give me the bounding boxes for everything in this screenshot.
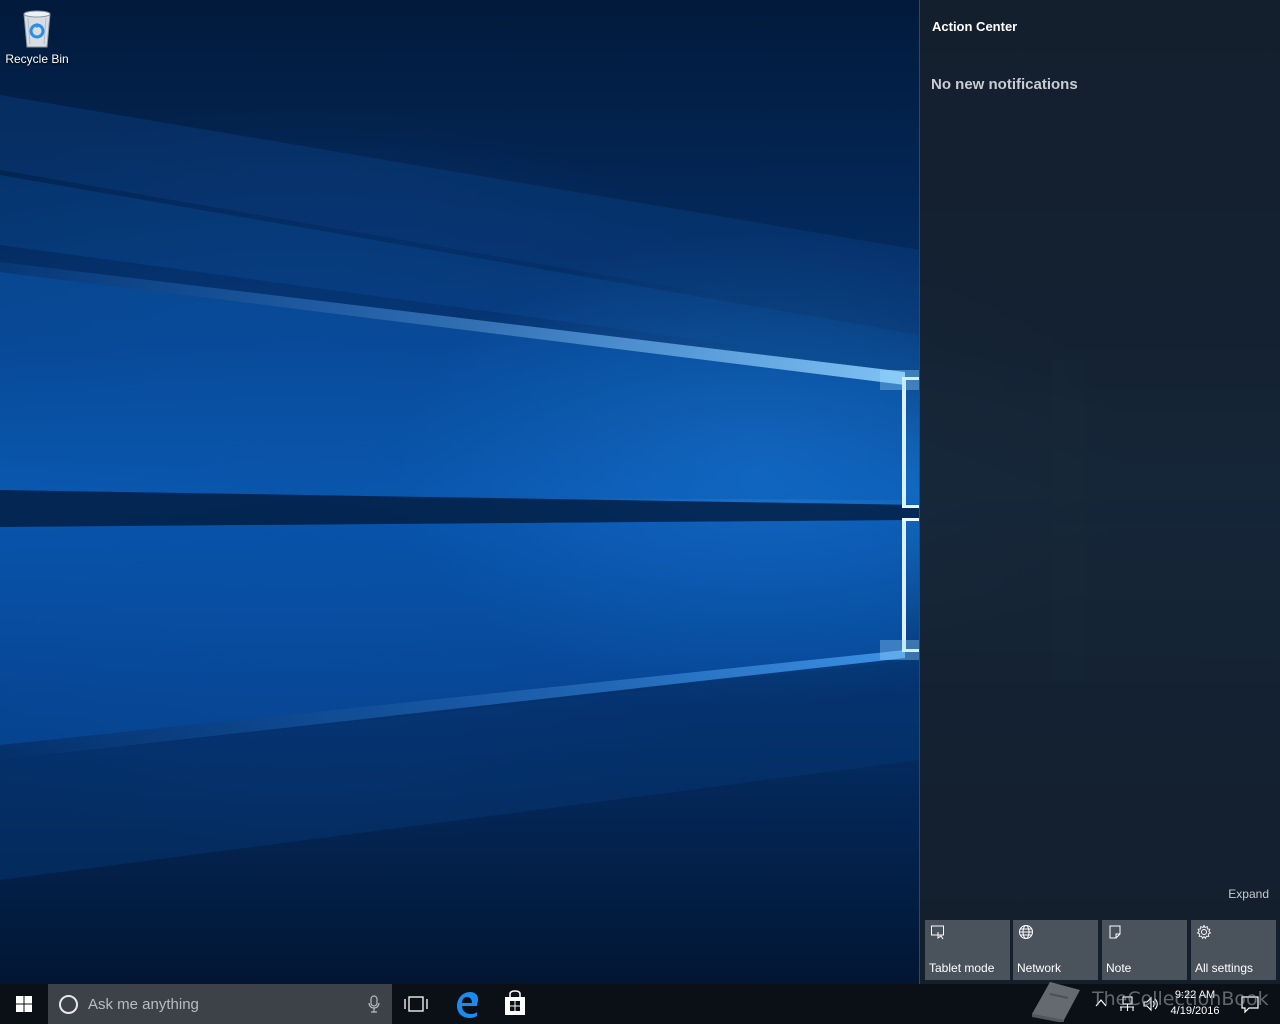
- cortana-search-box[interactable]: Ask me anything: [48, 984, 392, 1024]
- volume-icon[interactable]: [1142, 995, 1160, 1013]
- network-globe-icon: [1019, 925, 1033, 939]
- network-tile[interactable]: Network: [1013, 920, 1098, 980]
- all-settings-tile[interactable]: All settings: [1191, 920, 1276, 980]
- network-label: Network: [1017, 961, 1062, 975]
- tablet-mode-label: Tablet mode: [929, 961, 995, 975]
- cortana-icon: [59, 995, 78, 1014]
- recycle-bin-label: Recycle Bin: [5, 52, 69, 66]
- tablet-mode-icon: [931, 925, 944, 940]
- task-view-button[interactable]: [392, 984, 440, 1024]
- microphone-icon[interactable]: [368, 995, 380, 1013]
- note-icon: [1109, 925, 1121, 939]
- store-icon: [505, 990, 525, 1015]
- edge-browser-button[interactable]: [443, 984, 491, 1024]
- recycle-bin-shortcut[interactable]: Recycle Bin: [2, 6, 72, 76]
- note-label: Note: [1106, 961, 1132, 975]
- expand-quick-actions-link[interactable]: Expand: [1228, 887, 1269, 901]
- recycle-bin-icon: [23, 10, 51, 48]
- search-placeholder: Ask me anything: [88, 996, 199, 1013]
- tablet-mode-tile[interactable]: Tablet mode: [925, 920, 1010, 980]
- show-hidden-icons-chevron-icon[interactable]: [1094, 996, 1108, 1010]
- taskbar: Ask me anything 9:22 AM 4/19/2016: [0, 984, 1280, 1024]
- note-tile[interactable]: Note: [1102, 920, 1187, 980]
- clock-date: 4/19/2016: [1170, 1005, 1220, 1017]
- start-button[interactable]: [0, 984, 48, 1024]
- edge-icon: [457, 992, 478, 1018]
- action-center-panel: Action Center No new notifications Expan…: [919, 0, 1280, 984]
- action-center-title: Action Center: [932, 19, 1018, 34]
- action-center-notification-icon[interactable]: [1240, 994, 1260, 1014]
- task-view-icon: [404, 996, 428, 1012]
- taskbar-clock[interactable]: 9:22 AM 4/19/2016: [1164, 987, 1226, 1019]
- store-button[interactable]: [491, 984, 539, 1024]
- windows-logo-icon: [16, 996, 32, 1012]
- gear-icon: [1196, 924, 1212, 940]
- all-settings-label: All settings: [1195, 961, 1254, 975]
- network-tray-icon[interactable]: [1118, 996, 1136, 1012]
- no-notifications-message: No new notifications: [931, 76, 1078, 93]
- clock-time: 9:22 AM: [1174, 989, 1216, 1001]
